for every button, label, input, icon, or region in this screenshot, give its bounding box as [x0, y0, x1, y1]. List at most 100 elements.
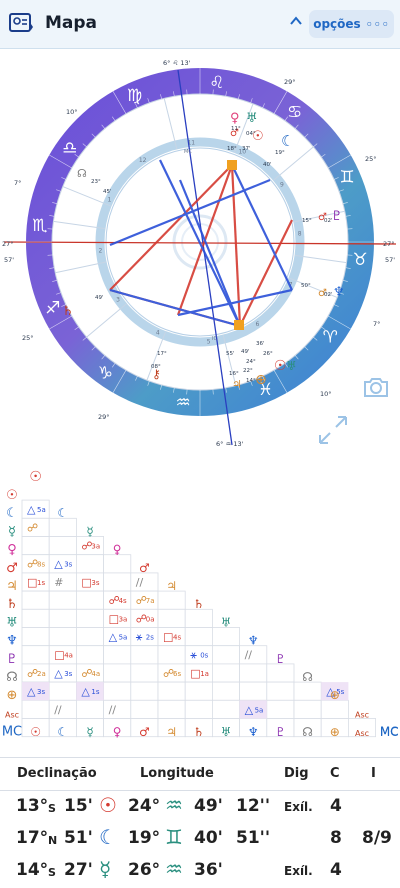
zodiac-sign-glyph: ♒: [176, 393, 191, 413]
cusp-29b: 29°: [98, 413, 110, 421]
aspect-cell: [212, 700, 239, 718]
planet-label: 14°: [246, 378, 256, 384]
aspect-cell: [158, 591, 185, 609]
planet-label: 02': [324, 292, 333, 298]
aspect-cell: [294, 682, 321, 700]
planet-label: 17°: [157, 351, 167, 357]
aspect-cell: [49, 628, 76, 646]
house-number: 9: [280, 182, 284, 189]
app-header: Mapa opções ◦◦◦: [0, 0, 400, 49]
cusp-label-left-upper: 7°: [14, 179, 21, 187]
aspect-cell: [22, 537, 49, 555]
grid-diagonal-planet: ☾: [57, 506, 68, 520]
aspect-cell: [185, 609, 212, 627]
expand-icon[interactable]: [318, 415, 348, 445]
pluto-glyph-wheel: ♇: [331, 209, 343, 224]
aspect-cell: [240, 664, 267, 682]
aspect-cell: [76, 646, 103, 664]
cell-sign: ♒: [165, 793, 183, 817]
planet-label: 26°: [263, 351, 273, 357]
aspect-cell: [212, 646, 239, 664]
cell-dig: Exíl.: [284, 800, 313, 814]
aspect-orb: 3s: [91, 579, 99, 587]
aspect-symbol: □: [54, 649, 64, 662]
aspect-symbol: △: [109, 631, 118, 644]
cell-i: 8/9: [362, 828, 392, 848]
planet-label: 16°: [229, 371, 239, 377]
aspect-symbol: △: [54, 667, 63, 680]
aspect-orb: 3s: [37, 688, 45, 696]
planet-label: 15°: [302, 218, 312, 224]
aspect-cell: [212, 664, 239, 682]
grid-diagonal-planet: ☿: [86, 524, 93, 538]
aspect-cell: [131, 682, 158, 700]
aspect-cell: [294, 700, 321, 718]
natal-chart-wheel[interactable]: ♌♋♊♉♈♓♒♑♐♏♎♍ 121110987654321 MC IC 6° ♌ …: [0, 50, 400, 460]
aspect-symbol: △: [27, 503, 36, 516]
options-dots-icon: ◦◦◦: [366, 18, 390, 31]
aspect-cell: [22, 609, 49, 627]
aspect-symbol: □: [27, 576, 37, 589]
aspect-cell: [49, 518, 76, 536]
ic-marker: [234, 320, 244, 330]
aspect-cell: [240, 682, 267, 700]
grid-col-planet: ☾: [57, 725, 68, 739]
planet-label: 45': [103, 189, 112, 195]
chevron-up-icon[interactable]: [289, 14, 303, 28]
cell-c: 8: [330, 828, 342, 848]
mc-marker: [227, 160, 237, 170]
grid-col-planet: ♇: [275, 725, 286, 739]
aspect-cell: [212, 628, 239, 646]
planet-label: 22°: [243, 368, 253, 374]
cell-lon-min: 49': [194, 796, 223, 816]
cell-sign: ♒: [165, 857, 183, 881]
aspect-cell: [104, 573, 131, 591]
aspect-cell: [321, 700, 348, 718]
cusp-10: 10°: [66, 108, 78, 116]
col-declination: Declinação: [17, 766, 97, 781]
grid-col-planet: ♀: [113, 725, 122, 739]
aspect-cell: [104, 646, 131, 664]
aspect-symbol: □: [163, 631, 173, 644]
options-button[interactable]: opções ◦◦◦: [309, 10, 394, 38]
cell-planet: ☿: [99, 857, 111, 881]
planet-label: 02': [324, 218, 333, 224]
zodiac-sign-glyph: ♉: [352, 250, 367, 270]
zodiac-sign-glyph: ♎: [62, 138, 77, 158]
aspect-cell: [185, 700, 212, 718]
grid-col-planet: ☊: [302, 725, 313, 739]
grid-row-planet: ⊕: [7, 688, 18, 703]
camera-icon[interactable]: [362, 375, 390, 399]
cell-lon-deg: 24°: [128, 796, 160, 816]
aspect-orb: 1s: [37, 579, 45, 587]
grid-col-planet: ⊕: [330, 725, 340, 739]
aspect-symbol: ☍: [27, 521, 38, 534]
cell-sign: ♊: [165, 825, 183, 849]
grid-diagonal-planet: ☊: [302, 670, 313, 684]
aspect-grid[interactable]: △5a☍☍3a☍8s△3s□1s#□3s//☍4s☍7a□3a☍0a△5a⚹2s…: [0, 466, 400, 756]
cell-dec-deg: 17°: [16, 828, 48, 848]
zodiac-sign-glyph: ♊: [339, 168, 354, 188]
aspect-symbol: #: [54, 576, 63, 589]
aspect-orb: 5a: [37, 506, 46, 514]
table-row: 13°S15'☉24°♒49'12''Exíl.4: [0, 792, 400, 824]
planet-label: 04°: [246, 131, 256, 137]
cell-c: 4: [330, 796, 342, 816]
aspect-cell: [185, 682, 212, 700]
grid-row-planet: ♅: [6, 615, 18, 630]
grid-diagonal-planet: ♃: [166, 579, 177, 593]
aspect-symbol: □: [81, 576, 91, 589]
col-c: C: [330, 766, 340, 781]
aspect-cell: [104, 664, 131, 682]
aspect-cell: [158, 682, 185, 700]
aspect-orb: 3a: [91, 543, 100, 551]
aspect-orb: 5a: [255, 706, 264, 714]
aspect-symbol: △: [81, 685, 90, 698]
aspect-cell: [76, 609, 103, 627]
neptune-glyph-wheel: ♆: [333, 285, 345, 300]
cell-dec-dir: S: [48, 802, 56, 815]
aspect-orb: 3s: [64, 670, 72, 678]
aspect-symbol: //: [109, 703, 117, 716]
dsc-minutes: 57': [385, 256, 395, 264]
grid-col-planet: ♂: [139, 725, 150, 739]
